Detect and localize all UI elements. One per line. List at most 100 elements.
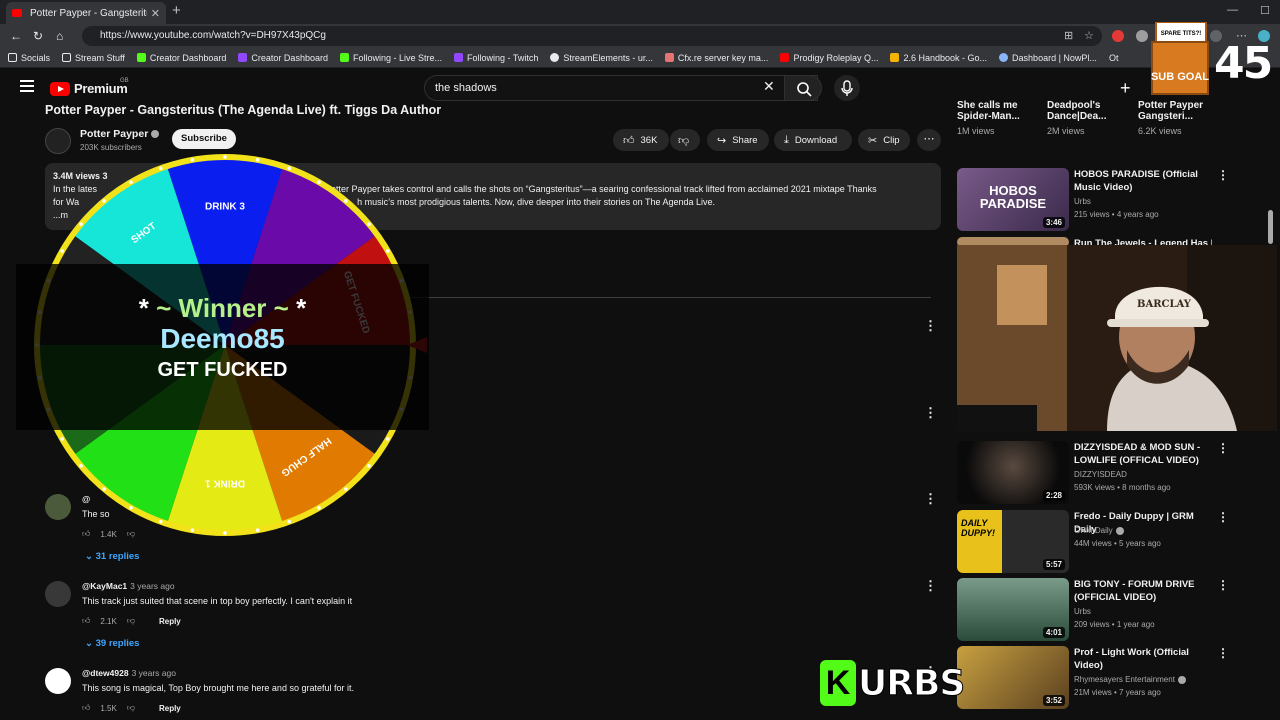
channel-name[interactable]: Potter Payper: [80, 128, 160, 140]
wheel-rim-dot: [223, 155, 227, 159]
browser-tab[interactable]: Potter Payper - Gangsteritus (The ✕: [6, 2, 166, 24]
avatar[interactable]: [45, 581, 71, 607]
bookmark-item[interactable]: Following - Live Stre...: [339, 53, 442, 63]
video-thumbnail[interactable]: 4:01: [957, 578, 1069, 641]
thumbs-down-icon[interactable]: 👎︎: [127, 616, 135, 626]
duration-badge: 2:28: [1042, 490, 1065, 501]
minimize-icon[interactable]: —: [1227, 4, 1238, 17]
cfx-icon: [664, 53, 674, 62]
window-controls: — ☐: [1227, 4, 1270, 17]
bookmark-item[interactable]: Dashboard | NowPl...: [999, 53, 1097, 63]
chevron-down-icon: ⌄: [85, 551, 96, 562]
wheel-rim-dot: [129, 506, 133, 510]
home-icon[interactable]: ⌂: [56, 29, 63, 43]
channel-name[interactable]: GRM Daily: [1074, 526, 1124, 535]
comment-menu-icon[interactable]: ⋮: [924, 318, 937, 334]
comment-menu-icon[interactable]: ⋮: [924, 405, 937, 421]
avatar[interactable]: [45, 668, 71, 694]
bookmark-item[interactable]: StreamElements - ur...: [550, 53, 653, 63]
more-icon[interactable]: ⋮: [1217, 441, 1229, 455]
create-icon[interactable]: +: [1120, 78, 1131, 99]
install-app-icon[interactable]: ⊞: [1064, 29, 1073, 42]
thumbnail-text: DAILY DUPPY!: [961, 518, 996, 538]
download-button[interactable]: ⤓ Download: [774, 129, 852, 151]
comment-menu-icon[interactable]: ⋮: [924, 578, 937, 594]
winner-result: GET FUCKED: [157, 359, 288, 381]
video-title: Prof - Light Work (Official Video): [1074, 647, 1189, 671]
wheel-rim-dot: [255, 528, 260, 532]
close-tab-icon[interactable]: ✕: [151, 7, 160, 20]
thumbnail-text: HOBOS PARADISE: [979, 183, 1047, 211]
youtube-favicon-icon: [12, 9, 22, 17]
wheel-rim-dot: [158, 166, 163, 171]
sub-goal-label: SUB GOAL: [1151, 71, 1209, 83]
channel-name[interactable]: Urbs: [1074, 607, 1091, 616]
wheel-rim-dot: [344, 199, 348, 203]
microphone-icon: [841, 80, 853, 96]
comment-actions: 👍︎ 1.5K 👎︎ Reply: [82, 703, 181, 713]
adblock-extension-icon[interactable]: [1112, 30, 1124, 42]
bookmark-item[interactable]: Cfx.re server key ma...: [664, 53, 768, 63]
thumbs-down-icon: 👎︎: [678, 134, 690, 147]
browser-tabbar: Potter Payper - Gangsteritus (The ✕ + — …: [0, 0, 1280, 24]
wheel-rim-dot: [129, 180, 133, 184]
share-button[interactable]: ↪ Share: [707, 129, 769, 151]
bookmark-item[interactable]: Prodigy Roleplay Q...: [780, 53, 878, 63]
more-icon[interactable]: ⋮: [1217, 510, 1229, 524]
shorts-item[interactable]: Deadpool's Dance|Dea... 2M views: [1047, 100, 1127, 136]
extensions-icon[interactable]: [1136, 30, 1148, 42]
thumbs-up-icon[interactable]: 👍︎: [82, 616, 90, 626]
back-icon[interactable]: ←: [10, 29, 22, 43]
bookmark-star-icon[interactable]: ☆: [1084, 29, 1094, 42]
video-thumbnail[interactable]: DAILY DUPPY! 5:57: [957, 510, 1069, 573]
search-button[interactable]: [784, 75, 822, 101]
bookmark-item[interactable]: Creator Dashboard: [238, 53, 328, 63]
video-thumbnail[interactable]: 3:52: [957, 646, 1069, 709]
thumbs-up-icon[interactable]: 👍︎: [82, 703, 90, 713]
comment-author[interactable]: @KayMac1 3 years ago: [82, 581, 175, 591]
reply-button[interactable]: Reply: [159, 704, 181, 713]
thumbs-down-icon[interactable]: 👎︎: [127, 703, 135, 713]
maximize-icon[interactable]: ☐: [1260, 4, 1270, 17]
page-scrollbar[interactable]: [1268, 210, 1273, 244]
voice-search-button[interactable]: [834, 75, 860, 101]
shorts-item[interactable]: She calls me Spider-Man... 1M views: [957, 100, 1037, 136]
view-replies-button[interactable]: ⌄ 31 replies: [85, 551, 139, 562]
menu-icon[interactable]: [20, 80, 34, 95]
channel-name[interactable]: DIZZYISDEAD: [1074, 470, 1127, 479]
clip-button[interactable]: ✂ Clip: [858, 129, 910, 151]
channel-name[interactable]: Urbs: [1074, 197, 1091, 206]
search-query: the shadows: [435, 82, 497, 94]
comment-menu-icon[interactable]: ⋮: [924, 491, 937, 507]
wheel-rim-dot: [158, 519, 163, 524]
like-button[interactable]: 👍︎ 36K: [613, 129, 669, 151]
url-field[interactable]: https://www.youtube.com/watch?v=DH97X43p…: [82, 26, 1102, 46]
bookmark-item[interactable]: Creator Dashboard: [136, 53, 226, 63]
share-icon: ↪: [717, 134, 727, 147]
other-bookmarks[interactable]: Ot: [1109, 53, 1119, 63]
reply-button[interactable]: Reply: [159, 617, 181, 626]
bookmark-item[interactable]: Stream Stuff: [62, 53, 125, 63]
youtube-logo[interactable]: Premium GB: [50, 78, 129, 96]
video-thumbnail[interactable]: 2:28: [957, 441, 1069, 504]
more-actions-button[interactable]: ⋯: [917, 129, 941, 151]
more-icon[interactable]: ⋮: [1217, 578, 1229, 592]
clear-search-icon[interactable]: ✕: [763, 78, 775, 95]
view-replies-button[interactable]: ⌄ 39 replies: [85, 638, 139, 649]
more-icon[interactable]: ⋮: [1217, 646, 1229, 660]
search-input[interactable]: the shadows: [424, 75, 818, 101]
search-icon: [797, 82, 812, 97]
youtube-play-icon: [50, 81, 70, 96]
reload-icon[interactable]: ↻: [33, 29, 43, 43]
dislike-button[interactable]: 👎︎: [670, 129, 700, 151]
channel-name[interactable]: Rhymesayers Entertainment: [1074, 675, 1186, 684]
new-tab-icon[interactable]: +: [172, 2, 181, 19]
more-icon[interactable]: ⋮: [1217, 168, 1229, 182]
bookmark-item[interactable]: 2.6 Handbook - Go...: [890, 53, 987, 63]
wheel-rim-dot: [79, 222, 83, 226]
comment-author[interactable]: @dtew4928 3 years ago: [82, 668, 176, 678]
video-thumbnail[interactable]: HOBOS PARADISE 3:46: [957, 168, 1069, 231]
shorts-item[interactable]: Potter Payper Gangsteri... 6.2K views: [1138, 100, 1218, 136]
bookmark-item[interactable]: Socials: [8, 53, 50, 63]
bookmark-item[interactable]: Following - Twitch: [454, 53, 538, 63]
